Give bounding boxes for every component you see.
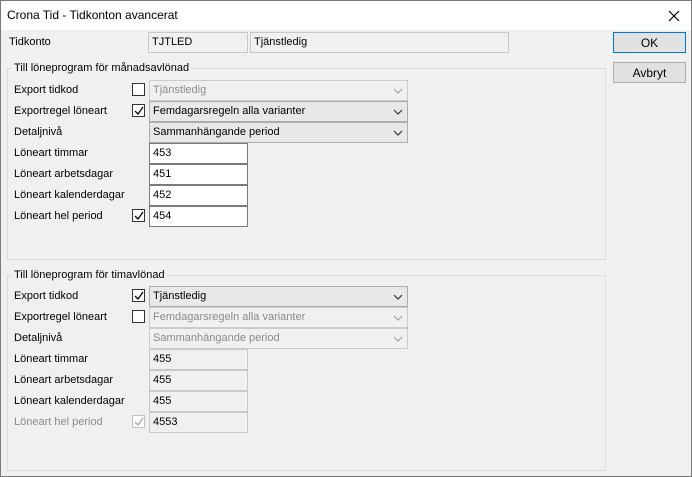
hourly-detaljniva-select[interactable]: Sammanhängande period (149, 328, 408, 349)
hourly-exportregel-label: Exportregel löneart (14, 311, 107, 323)
close-button[interactable] (657, 1, 691, 30)
hourly-timmar-input[interactable]: 455 (149, 349, 248, 370)
hourly-detaljniva-label: Detaljnivå (14, 332, 63, 344)
chevron-down-icon (393, 336, 403, 342)
monthly-detaljniva-value: Sammanhängande period (153, 126, 280, 138)
hourly-arbetsdagar-input[interactable]: 455 (149, 370, 248, 391)
hourly-kalenderdagar-input[interactable]: 455 (149, 391, 248, 412)
hourly-exportregel-select[interactable]: Femdagarsregeln alla varianter (149, 307, 408, 328)
monthly-kalenderdagar-label: Löneart kalenderdagar (14, 189, 125, 201)
monthly-export-tidkod-value: Tjänstledig (153, 84, 207, 96)
monthly-timmar-label: Löneart timmar (14, 147, 88, 159)
hourly-export-tidkod-label: Export tidkod (14, 290, 79, 302)
monthly-helperiod-input[interactable]: 454 (149, 206, 248, 227)
monthly-arbetsdagar-input[interactable]: 451 (149, 164, 248, 185)
title-bar: Crona Tid - Tidkonton avancerat (1, 1, 691, 30)
chevron-down-icon (393, 315, 403, 321)
ok-button[interactable]: OK (613, 32, 686, 53)
window-title: Crona Tid - Tidkonton avancerat (7, 8, 178, 22)
chevron-down-icon (393, 88, 403, 94)
checkmark-icon (134, 106, 144, 116)
monthly-export-tidkod-checkbox[interactable] (132, 83, 145, 96)
monthly-exportregel-select[interactable]: Femdagarsregeln alla varianter (149, 101, 408, 122)
chevron-down-icon (393, 130, 403, 136)
checkmark-icon (134, 291, 144, 301)
hourly-arbetsdagar-label: Löneart arbetsdagar (14, 374, 114, 386)
monthly-helperiod-checkbox[interactable] (132, 209, 145, 222)
tidkonto-name-field: Tjänstledig (250, 32, 509, 53)
monthly-exportregel-checkbox[interactable] (132, 104, 145, 117)
hourly-timmar-label: Löneart timmar (14, 353, 88, 365)
monthly-exportregel-value: Femdagarsregeln alla varianter (153, 105, 306, 117)
hourly-export-tidkod-select[interactable]: Tjänstledig (149, 286, 408, 307)
hourly-kalenderdagar-label: Löneart kalenderdagar (14, 395, 125, 407)
monthly-export-tidkod-select[interactable]: Tjänstledig (149, 80, 408, 101)
hourly-exportregel-checkbox[interactable] (132, 310, 145, 323)
close-icon (668, 10, 680, 21)
chevron-down-icon (393, 109, 403, 115)
monthly-group-title: Till löneprogram för månadsavlönad (12, 62, 192, 74)
checkmark-icon (134, 417, 144, 427)
hourly-export-tidkod-value: Tjänstledig (153, 290, 207, 302)
checkmark-icon (134, 211, 144, 221)
tidkonto-label: Tidkonto (9, 36, 51, 48)
tidkonto-code-field: TJTLED (148, 32, 248, 53)
hourly-exportregel-value: Femdagarsregeln alla varianter (153, 311, 306, 323)
monthly-exportregel-label: Exportregel löneart (14, 105, 107, 117)
hourly-helperiod-input[interactable]: 4553 (149, 412, 248, 433)
monthly-timmar-input[interactable]: 453 (149, 143, 248, 164)
monthly-helperiod-label: Löneart hel period (14, 210, 103, 222)
monthly-kalenderdagar-input[interactable]: 452 (149, 185, 248, 206)
hourly-helperiod-label: Löneart hel period (14, 416, 103, 428)
monthly-detaljniva-label: Detaljnivå (14, 126, 63, 138)
hourly-helperiod-checkbox[interactable] (132, 415, 145, 428)
hourly-detaljniva-value: Sammanhängande period (153, 332, 280, 344)
monthly-detaljniva-select[interactable]: Sammanhängande period (149, 122, 408, 143)
cancel-button[interactable]: Avbryt (613, 62, 686, 83)
chevron-down-icon (393, 294, 403, 300)
monthly-arbetsdagar-label: Löneart arbetsdagar (14, 168, 114, 180)
monthly-export-tidkod-label: Export tidkod (14, 84, 79, 96)
hourly-group-title: Till löneprogram för timavlönad (12, 269, 167, 281)
dialog-window: Crona Tid - Tidkonton avancerat Tidkonto… (0, 0, 692, 477)
hourly-export-tidkod-checkbox[interactable] (132, 289, 145, 302)
